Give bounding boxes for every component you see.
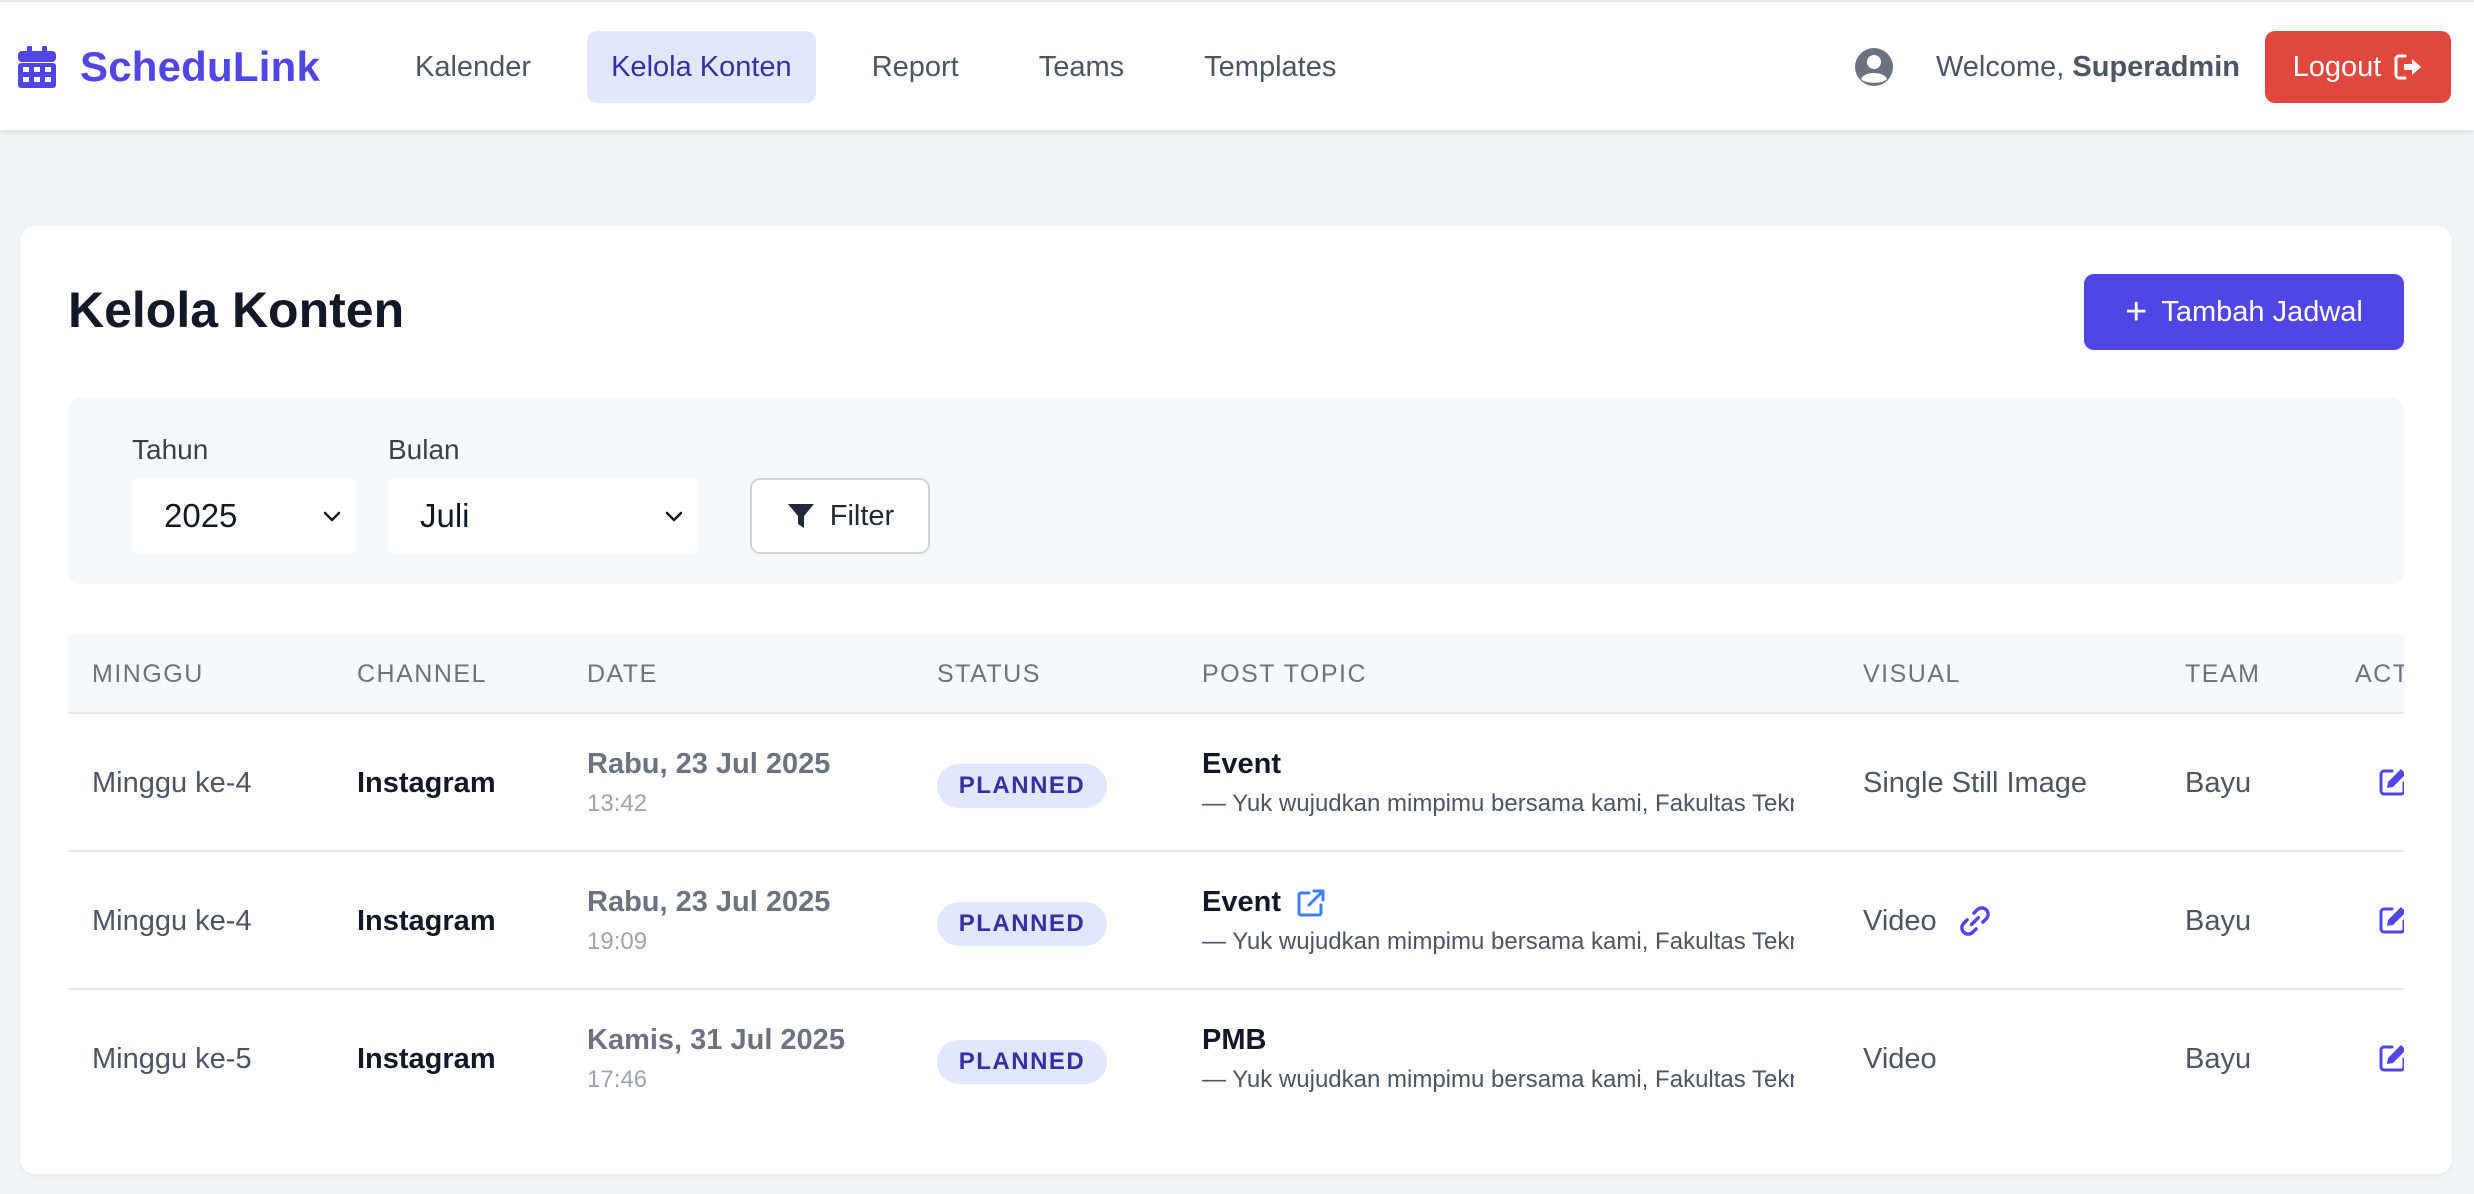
brand[interactable]: ScheduLink <box>18 40 320 94</box>
logout-button[interactable]: Logout <box>2265 31 2451 103</box>
row-visual-label: Video <box>1863 904 1937 937</box>
brand-name: ScheduLink <box>80 43 321 90</box>
col-header-status: STATUS <box>937 660 1041 688</box>
row-visual: Video <box>1863 852 1993 990</box>
row-channel: Instagram <box>357 1043 496 1075</box>
row-visual-label: Video <box>1863 1042 1937 1075</box>
row-visual-label: Single Still Image <box>1863 766 2088 799</box>
calendar-icon <box>18 46 56 88</box>
chevron-down-icon <box>323 511 341 522</box>
col-header-visual: VISUAL <box>1863 660 1961 688</box>
status-badge: PLANNED <box>937 1040 1107 1084</box>
row-visual: Video <box>1863 990 1937 1128</box>
table-row: Minggu ke-4 Instagram Rabu, 23 Jul 2025 … <box>68 852 2404 990</box>
welcome-text: Welcome, Superadmin <box>1936 51 2240 84</box>
content-table: MINGGU CHANNEL DATE STATUS POST TOPIC VI… <box>68 634 2404 1154</box>
row-time: 19:09 <box>587 928 648 955</box>
nav-link-kelola-konten[interactable]: Kelola Konten <box>587 31 816 103</box>
table-row: Minggu ke-4 Instagram Rabu, 23 Jul 2025 … <box>68 714 2404 852</box>
col-header-post-topic: POST TOPIC <box>1202 660 1368 688</box>
table-row: Minggu ke-5 Instagram Kamis, 31 Jul 2025… <box>68 990 2404 1128</box>
add-schedule-label: Tambah Jadwal <box>2161 295 2363 328</box>
filter-icon <box>787 504 814 528</box>
user-name: Superadmin <box>2072 50 2240 83</box>
row-team: Bayu <box>2185 767 2252 799</box>
filter-button[interactable]: Filter <box>750 478 930 554</box>
row-minggu: Minggu ke-4 <box>92 767 252 799</box>
row-topic-desc: — Yuk wujudkan mimpimu bersama kami, Fak… <box>1202 790 1794 817</box>
content-card: Kelola Konten + Tambah Jadwal Tahun 2025… <box>20 226 2452 1174</box>
add-schedule-button[interactable]: + Tambah Jadwal <box>2084 274 2404 350</box>
month-select[interactable]: Juli <box>388 478 698 554</box>
row-topic: Event <box>1202 748 1281 781</box>
user-area: Welcome, Superadmin Logout <box>1854 31 2474 103</box>
row-topic: Event <box>1202 886 1327 919</box>
row-channel: Instagram <box>357 767 496 799</box>
row-date: Kamis, 31 Jul 2025 <box>587 1024 845 1056</box>
year-label: Tahun <box>132 434 209 465</box>
row-topic-title: PMB <box>1202 1024 1267 1056</box>
sign-out-icon <box>2394 54 2422 80</box>
filter-panel: Tahun 2025 Bulan Juli Filter <box>68 398 2404 584</box>
link-icon[interactable] <box>1957 903 1993 939</box>
row-topic-title: Event <box>1202 886 1281 918</box>
row-time: 17:46 <box>587 1066 648 1093</box>
col-header-actions: ACTIONS <box>2355 660 2404 688</box>
month-value: Juli <box>420 497 470 534</box>
nav-link-report[interactable]: Report <box>848 31 983 103</box>
row-channel: Instagram <box>357 905 496 937</box>
page-title: Kelola Konten <box>68 282 405 338</box>
row-topic-desc: — Yuk wujudkan mimpimu bersama kami, Fak… <box>1202 1066 1794 1093</box>
row-date: Rabu, 23 Jul 2025 <box>587 748 831 780</box>
row-minggu: Minggu ke-4 <box>92 905 252 937</box>
col-header-minggu: MINGGU <box>92 660 204 688</box>
edit-icon[interactable] <box>2378 905 2404 935</box>
row-minggu: Minggu ke-5 <box>92 1043 252 1075</box>
user-circle-icon[interactable] <box>1854 47 1894 87</box>
main-nav: Kalender Kelola Konten Report Teams Temp… <box>391 31 1392 103</box>
row-date: Rabu, 23 Jul 2025 <box>587 886 831 918</box>
row-topic: PMB <box>1202 1024 1266 1057</box>
nav-link-kalender[interactable]: Kalender <box>391 31 555 103</box>
status-badge: PLANNED <box>937 902 1107 946</box>
row-time: 13:42 <box>587 790 648 817</box>
welcome-prefix: Welcome, <box>1935 50 2065 83</box>
plus-icon: + <box>2125 291 2148 333</box>
year-value: 2025 <box>164 497 238 534</box>
col-header-channel: CHANNEL <box>357 660 487 688</box>
nav-link-teams[interactable]: Teams <box>1015 31 1148 103</box>
logout-label: Logout <box>2292 50 2382 83</box>
status-badge: PLANNED <box>937 764 1107 808</box>
nav-link-templates[interactable]: Templates <box>1180 31 1360 103</box>
edit-icon[interactable] <box>2378 767 2404 797</box>
row-team: Bayu <box>2185 905 2252 937</box>
month-label: Bulan <box>388 434 460 465</box>
row-team: Bayu <box>2185 1043 2252 1075</box>
filter-label: Filter <box>829 499 895 532</box>
year-select[interactable]: 2025 <box>132 478 356 554</box>
row-visual: Single Still Image <box>1863 714 2087 852</box>
col-header-team: TEAM <box>2185 660 2261 688</box>
edit-icon[interactable] <box>2378 1043 2404 1073</box>
row-topic-title: Event <box>1202 748 1281 780</box>
chevron-down-icon <box>665 511 683 522</box>
external-link-icon[interactable] <box>1295 887 1327 919</box>
table-header: MINGGU CHANNEL DATE STATUS POST TOPIC VI… <box>68 634 2404 714</box>
top-navbar: ScheduLink Kalender Kelola Konten Report… <box>0 0 2474 130</box>
col-header-date: DATE <box>587 660 658 688</box>
row-topic-desc: — Yuk wujudkan mimpimu bersama kami, Fak… <box>1202 928 1794 955</box>
